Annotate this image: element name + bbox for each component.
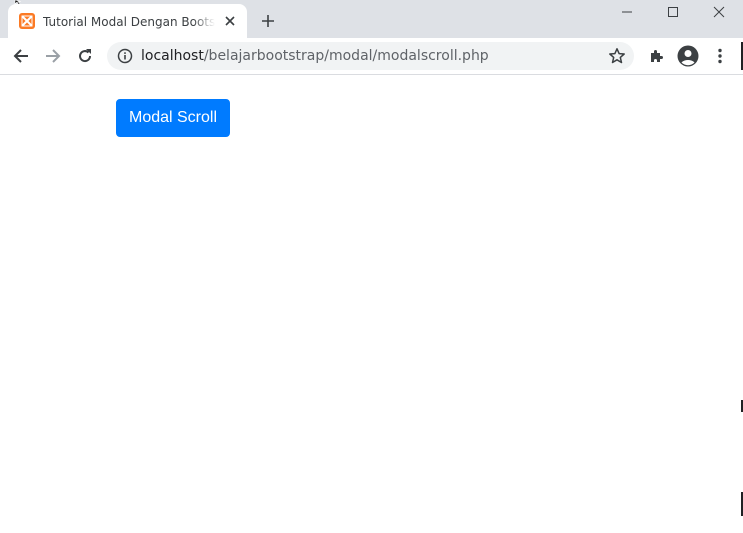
maximize-button[interactable] <box>650 0 696 24</box>
new-tab-button[interactable] <box>256 9 280 33</box>
browser-toolbar: localhost/belajarbootstrap/modal/modalsc… <box>0 38 743 75</box>
star-icon[interactable] <box>608 47 626 65</box>
reload-icon <box>79 49 92 63</box>
menu-icon <box>718 48 722 64</box>
tab-title: Tutorial Modal Dengan Bootstrap <box>43 14 215 30</box>
forward-icon <box>46 49 61 63</box>
profile-button[interactable] <box>674 42 702 70</box>
forward-button[interactable] <box>39 42 67 70</box>
address-bar[interactable]: localhost/belajarbootstrap/modal/modalsc… <box>107 42 634 70</box>
minimize-button[interactable] <box>604 0 650 24</box>
back-button[interactable] <box>7 42 35 70</box>
plus-icon <box>262 15 274 27</box>
minimize-icon <box>622 11 632 13</box>
info-icon[interactable] <box>117 48 133 64</box>
browser-tab[interactable]: Tutorial Modal Dengan Bootstrap <box>8 4 247 38</box>
url-path: /belajarbootstrap/modal/modalscroll.php <box>203 48 489 64</box>
extensions-button[interactable] <box>642 42 670 70</box>
menu-button[interactable] <box>706 42 734 70</box>
tab-close-icon[interactable] <box>222 13 238 29</box>
close-icon <box>713 6 725 18</box>
url-host: localhost <box>141 48 204 64</box>
maximize-icon <box>668 7 678 17</box>
tab-strip: Tutorial Modal Dengan Bootstrap <box>0 0 743 38</box>
url-text: localhost/belajarbootstrap/modal/modalsc… <box>141 48 489 64</box>
xampp-icon <box>19 13 35 29</box>
modal-scroll-button[interactable]: Modal Scroll <box>116 99 230 137</box>
back-icon <box>13 49 28 63</box>
window-close-button[interactable] <box>696 0 742 24</box>
reload-button[interactable] <box>71 42 99 70</box>
extensions-icon <box>651 50 663 62</box>
profile-icon <box>677 45 699 67</box>
